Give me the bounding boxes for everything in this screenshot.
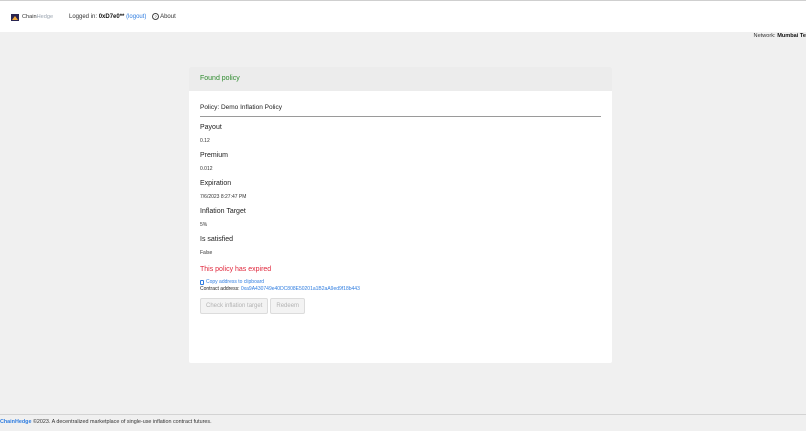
redeem-button[interactable]: Redeem xyxy=(270,298,306,314)
field-is-satisfied: Is satisfied False xyxy=(200,235,601,257)
copy-icon xyxy=(200,280,204,285)
field-value: 7/6/2023 8:27:47 PM xyxy=(200,194,247,200)
network-indicator: Network: Mumbai Te xyxy=(754,32,806,40)
contract-address-label: Contract address: xyxy=(200,286,240,292)
about-label: About xyxy=(160,14,176,21)
chainhedge-logo-icon xyxy=(11,14,19,21)
copy-address-label: Copy address to clipboard xyxy=(206,279,265,285)
field-value: 0.012 xyxy=(200,166,213,172)
field-label: Inflation Target xyxy=(200,208,246,215)
brand-name-chain: Chain xyxy=(22,14,37,20)
policy-title: Policy: Demo Inflation Policy xyxy=(200,103,601,117)
network-label: Network: xyxy=(753,33,776,39)
footer: ChainHedge ©2023. A decentralized market… xyxy=(0,419,212,426)
check-inflation-target-button[interactable]: Check inflation target xyxy=(200,298,269,314)
brand-logo-link[interactable]: Chain Hedge xyxy=(11,13,53,22)
login-status: Logged in: 0xD7e0** (logout) ? About xyxy=(69,13,176,22)
field-premium: Premium 0.012 xyxy=(200,151,601,173)
field-value: 0.12 xyxy=(200,138,210,144)
brand-name-hedge: Hedge xyxy=(36,14,54,20)
network-name: Mumbai Te xyxy=(777,33,806,39)
question-circle-icon: ? xyxy=(152,13,160,20)
top-border xyxy=(0,0,806,1)
policy-card: Found policy Policy: Demo Inflation Poli… xyxy=(189,67,612,363)
top-navbar: Chain Hedge Logged in: 0xD7e0** (logout) … xyxy=(0,0,806,32)
action-buttons: Check inflation target Redeem xyxy=(200,298,601,314)
contract-address-line: Contract address: 0xa9A430749e40DC808E50… xyxy=(200,286,601,293)
logged-in-label: Logged in: xyxy=(69,14,98,21)
field-payout: Payout 0.12 xyxy=(200,123,601,145)
logout-link[interactable]: (logout) xyxy=(126,14,146,20)
footer-text: ©2023. A decentralized marketplace of si… xyxy=(31,419,212,425)
field-value: 5% xyxy=(200,222,208,228)
field-label: Payout xyxy=(200,124,222,131)
footer-brand-link[interactable]: ChainHedge xyxy=(0,419,31,425)
field-label: Premium xyxy=(200,152,229,159)
about-link[interactable]: ? About xyxy=(152,13,176,21)
field-expiration: Expiration 7/6/2023 8:27:47 PM xyxy=(200,179,601,201)
card-header: Found policy xyxy=(189,67,612,91)
card-body: Policy: Demo Inflation Policy Payout 0.1… xyxy=(189,103,612,314)
expired-notice: This policy has expired xyxy=(200,266,272,273)
copy-address-link[interactable]: Copy address to clipboard xyxy=(200,279,601,286)
footer-divider xyxy=(0,414,806,415)
field-label: Is satisfied xyxy=(200,236,234,243)
wallet-address: 0xD7e0** xyxy=(98,14,125,21)
field-inflation-target: Inflation Target 5% xyxy=(200,207,601,229)
contract-address-link[interactable]: 0xa9A430749e40DC808E50201a1B2aA9ed9f18b4… xyxy=(241,286,360,292)
field-value: False xyxy=(200,250,213,256)
field-label: Expiration xyxy=(200,180,232,187)
